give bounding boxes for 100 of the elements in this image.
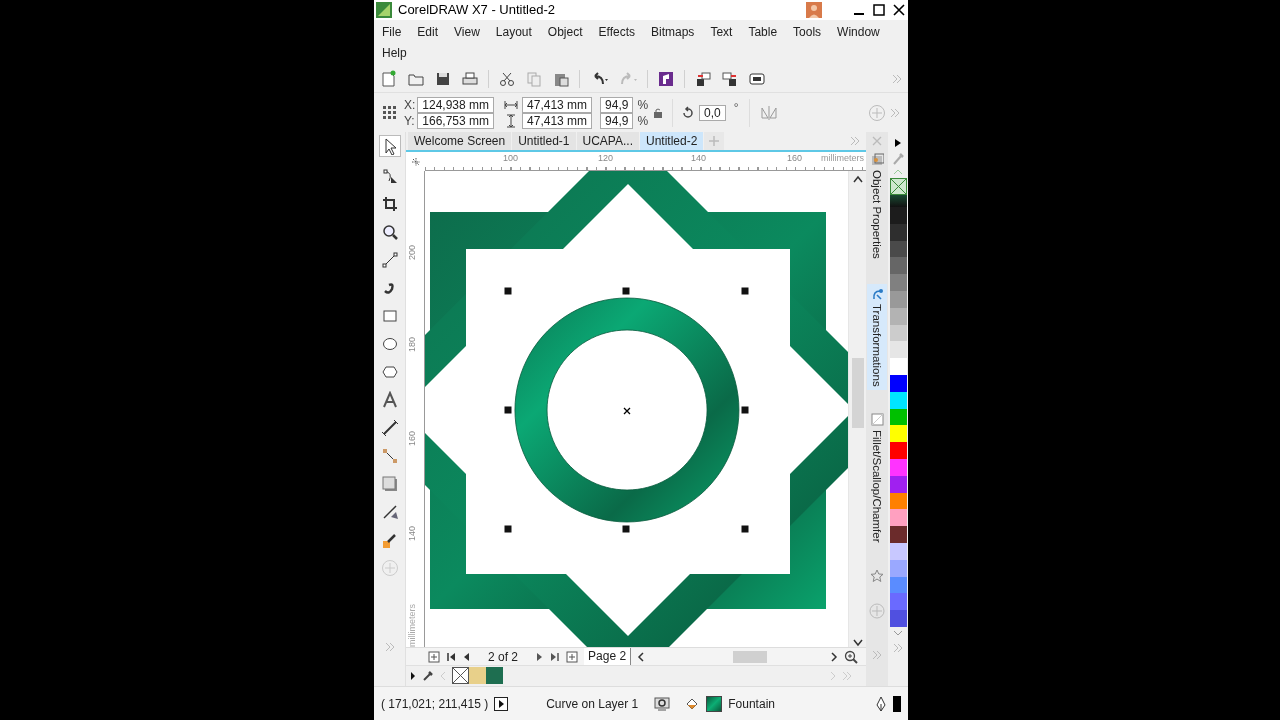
menu-item[interactable]: Layout <box>495 23 532 41</box>
polygon-tool-icon[interactable] <box>380 363 399 381</box>
color-swatch[interactable] <box>889 593 907 611</box>
page-tab[interactable]: Page 2 <box>584 648 632 665</box>
ruler-label: 160 <box>407 431 417 447</box>
color-swatch[interactable] <box>889 274 907 291</box>
color-swatch[interactable] <box>889 610 907 627</box>
percent-label: % <box>637 112 649 129</box>
ruler-label: 180 <box>407 337 417 353</box>
menu-item[interactable]: Effects <box>598 23 635 41</box>
menu-item[interactable]: View <box>454 23 480 41</box>
document-tab[interactable]: Untitled-2 <box>640 132 704 150</box>
color-swatch[interactable] <box>889 358 907 375</box>
no-color-swatch[interactable] <box>452 667 469 684</box>
color-swatch[interactable] <box>889 442 907 459</box>
transformations-icon <box>870 286 884 300</box>
maximize-icon[interactable] <box>872 3 886 17</box>
document-tab[interactable]: Untitled-1 <box>512 132 576 150</box>
document-tab[interactable]: Welcome Screen <box>408 132 512 150</box>
reference-point-icon[interactable] <box>382 104 398 121</box>
import-icon[interactable] <box>694 69 712 88</box>
color-swatch[interactable] <box>889 257 907 275</box>
text-tool-icon[interactable] <box>380 391 399 409</box>
flyout-arrow-icon[interactable] <box>894 138 902 148</box>
new-document-icon[interactable] <box>380 69 398 88</box>
selection-handle[interactable] <box>622 287 630 295</box>
eyedropper-icon[interactable] <box>422 669 434 682</box>
selection-handle[interactable] <box>504 406 512 414</box>
ruler-label: 120 <box>598 153 614 163</box>
menu-item[interactable]: Table <box>748 23 778 41</box>
color-swatch[interactable] <box>889 207 907 224</box>
lock-ratio-icon[interactable] <box>652 106 665 119</box>
last-page-icon[interactable] <box>550 651 561 662</box>
app-launcher-icon[interactable] <box>657 69 675 88</box>
input-field[interactable]: 94,9 <box>600 96 634 113</box>
document-tab[interactable]: UCAPA... <box>576 132 639 150</box>
ruler-label: 140 <box>691 153 707 163</box>
menu-item[interactable]: Window <box>837 23 880 41</box>
first-page-icon[interactable] <box>446 651 456 662</box>
input-field[interactable]: 124,938 mm <box>417 96 495 113</box>
docker-tab[interactable]: Transformations <box>867 283 887 390</box>
color-swatch[interactable] <box>889 341 907 359</box>
menu-item[interactable]: Bitmaps <box>651 23 695 41</box>
cursor-coordinates: ( 171,021; 211,415 ) <box>381 695 489 713</box>
selection-handle[interactable] <box>741 525 749 533</box>
menu-item[interactable]: Text <box>710 23 733 41</box>
previous-page-icon[interactable] <box>462 651 470 662</box>
ruler-label: 140 <box>407 526 417 542</box>
gradient-swatch[interactable] <box>889 195 907 207</box>
menu-item[interactable]: Help <box>382 44 407 62</box>
add-page-icon[interactable] <box>566 650 579 663</box>
color-swatch[interactable] <box>889 509 907 527</box>
menu-item[interactable]: Tools <box>793 23 822 41</box>
color-swatch[interactable] <box>889 526 907 543</box>
zoom-icon[interactable] <box>844 649 858 664</box>
fillet-icon <box>870 412 884 426</box>
shadow-tool-icon[interactable] <box>380 475 399 493</box>
selection-handle[interactable] <box>741 406 749 414</box>
menu-item[interactable]: Object <box>547 23 583 41</box>
export-icon[interactable] <box>721 69 739 88</box>
ruler-label: 200 <box>407 245 417 261</box>
line-tool-icon[interactable] <box>380 251 399 269</box>
color-swatch[interactable] <box>486 667 503 684</box>
selection-handle[interactable] <box>741 287 749 295</box>
app-logo-icon <box>376 2 392 18</box>
eyedropper-icon[interactable] <box>380 531 399 549</box>
color-swatch[interactable] <box>469 667 486 684</box>
scrollbar-thumb[interactable] <box>733 650 768 663</box>
crop-tool-icon[interactable] <box>380 195 399 213</box>
dimension-tool-icon[interactable] <box>380 419 399 437</box>
degree-label: ° <box>733 100 739 117</box>
selection-handle[interactable] <box>622 525 630 533</box>
selection-handle[interactable] <box>504 525 512 533</box>
menu-item[interactable]: Edit <box>417 23 439 41</box>
ruler-origin-icon[interactable] <box>410 156 421 167</box>
percent-label: % <box>637 96 649 113</box>
input-field[interactable]: 47,413 mm <box>522 96 593 113</box>
star-icon[interactable] <box>870 569 884 583</box>
no-color-swatch[interactable] <box>889 178 907 195</box>
add-page-icon[interactable] <box>428 650 440 663</box>
color-swatch[interactable] <box>889 425 907 443</box>
ruler-label: millimeters <box>407 604 417 647</box>
flyout-arrow-icon[interactable] <box>410 670 416 681</box>
ring-shape[interactable] <box>514 297 740 523</box>
scroll-right-icon[interactable] <box>830 651 838 662</box>
scroll-down-icon[interactable] <box>852 639 863 647</box>
ellipse-tool-icon[interactable] <box>380 335 399 353</box>
display-icon[interactable] <box>654 695 671 712</box>
print-icon[interactable] <box>461 69 479 88</box>
input-field[interactable]: 0,0 <box>699 104 726 121</box>
scrollbar-thumb[interactable] <box>851 358 864 428</box>
menu-item[interactable]: File <box>382 23 402 41</box>
zoom-tool-icon[interactable] <box>380 223 399 241</box>
shape-tool-icon[interactable] <box>380 167 399 185</box>
scroll-up-icon[interactable] <box>852 175 863 183</box>
rectangle-tool-icon[interactable] <box>380 307 399 325</box>
close-icon[interactable] <box>892 3 906 17</box>
scroll-left-icon[interactable] <box>637 651 646 662</box>
selection-handle[interactable] <box>504 287 512 295</box>
outline-swatch <box>893 695 901 712</box>
